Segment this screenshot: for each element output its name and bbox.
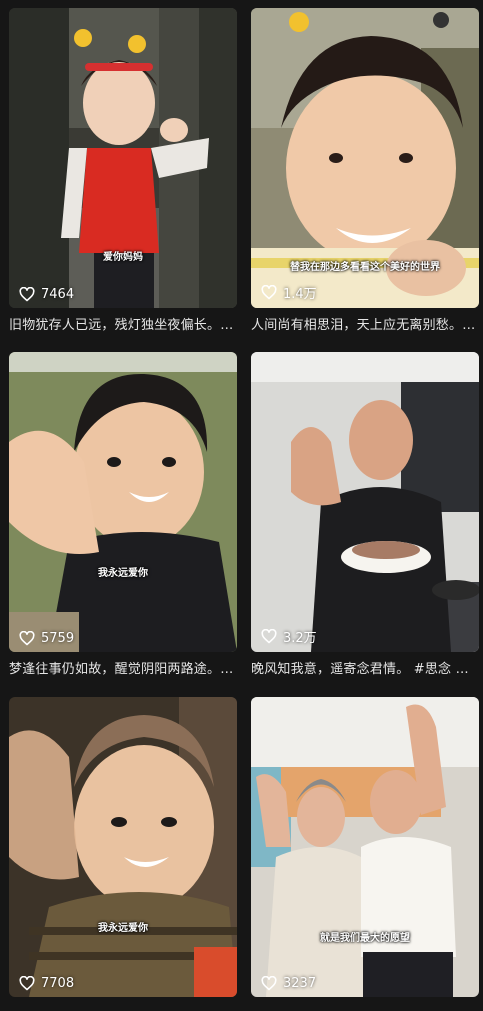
video-feed-grid: 爱你妈妈 7464 旧物犹存人已远，残灯独坐夜偏长。#思念 替我在那边多看看这个… [0, 0, 483, 1011]
video-thumbnail[interactable]: 爱你妈妈 7464 [9, 8, 237, 308]
heart-outline-icon [19, 287, 35, 302]
video-caption-overlay: 爱你妈妈 [103, 252, 143, 263]
video-thumbnail[interactable]: 就是我们最大的愿望 3237 [251, 697, 479, 997]
heart-outline-icon [19, 631, 35, 646]
thumbnail-image [9, 352, 237, 652]
like-count-value: 7708 [41, 976, 75, 991]
like-count[interactable]: 5759 [19, 631, 74, 646]
video-card[interactable]: 我永远爱你 7708 [9, 697, 237, 1011]
thumbnail-image [9, 8, 237, 308]
video-caption-overlay: 我永远爱你 [98, 923, 148, 934]
video-thumbnail[interactable]: 我永远爱你 7708 [9, 697, 237, 997]
video-caption-overlay: 就是我们最大的愿望 [320, 933, 410, 944]
thumbnail-image [251, 352, 479, 652]
video-title[interactable]: 旧物犹存人已远，残灯独坐夜偏长。#思念 [9, 317, 237, 335]
video-caption-overlay: 替我在那边多看看这个美好的世界 [290, 262, 440, 273]
heart-outline-icon [261, 285, 277, 300]
like-count[interactable]: 3.2万 [261, 627, 317, 646]
video-caption-overlay: 我永远爱你 [98, 568, 148, 579]
heart-outline-icon [261, 629, 277, 644]
video-card[interactable]: 爱你妈妈 7464 旧物犹存人已远，残灯独坐夜偏长。#思念 [9, 8, 237, 335]
video-thumbnail[interactable]: 替我在那边多看看这个美好的世界 1.4万 [251, 8, 479, 308]
video-title[interactable] [9, 1006, 237, 1011]
like-count[interactable]: 1.4万 [261, 283, 317, 302]
video-thumbnail[interactable]: 3.2万 [251, 352, 479, 652]
heart-outline-icon [261, 976, 277, 991]
like-count-value: 3237 [283, 976, 317, 991]
thumbnail-image [251, 697, 479, 997]
video-card[interactable]: 替我在那边多看看这个美好的世界 1.4万 人间尚有相思泪，天上应无离别愁。#思念 [251, 8, 479, 335]
like-count-value: 5759 [41, 631, 75, 646]
video-title[interactable]: 梦逢往事仍如故，醒觉阴阳两路途。#思念 [9, 661, 237, 679]
heart-outline-icon [19, 976, 35, 991]
thumbnail-image [9, 697, 237, 997]
video-title[interactable] [251, 1006, 479, 1011]
video-card[interactable]: 就是我们最大的愿望 3237 [251, 697, 479, 1011]
like-count[interactable]: 7464 [19, 287, 74, 302]
video-title[interactable]: 人间尚有相思泪，天上应无离别愁。#思念 [251, 317, 479, 335]
like-count-value: 7464 [41, 287, 75, 302]
like-count-value: 1.4万 [283, 287, 317, 302]
like-count-value: 3.2万 [283, 631, 317, 646]
video-card[interactable]: 3.2万 晚风知我意，遥寄念君情。 #思念 #怀念 [251, 352, 479, 679]
video-title[interactable]: 晚风知我意，遥寄念君情。 #思念 #怀念 [251, 661, 479, 679]
video-card[interactable]: 我永远爱你 5759 梦逢往事仍如故，醒觉阴阳两路途。#思念 [9, 352, 237, 679]
like-count[interactable]: 7708 [19, 976, 74, 991]
video-thumbnail[interactable]: 我永远爱你 5759 [9, 352, 237, 652]
like-count[interactable]: 3237 [261, 976, 316, 991]
